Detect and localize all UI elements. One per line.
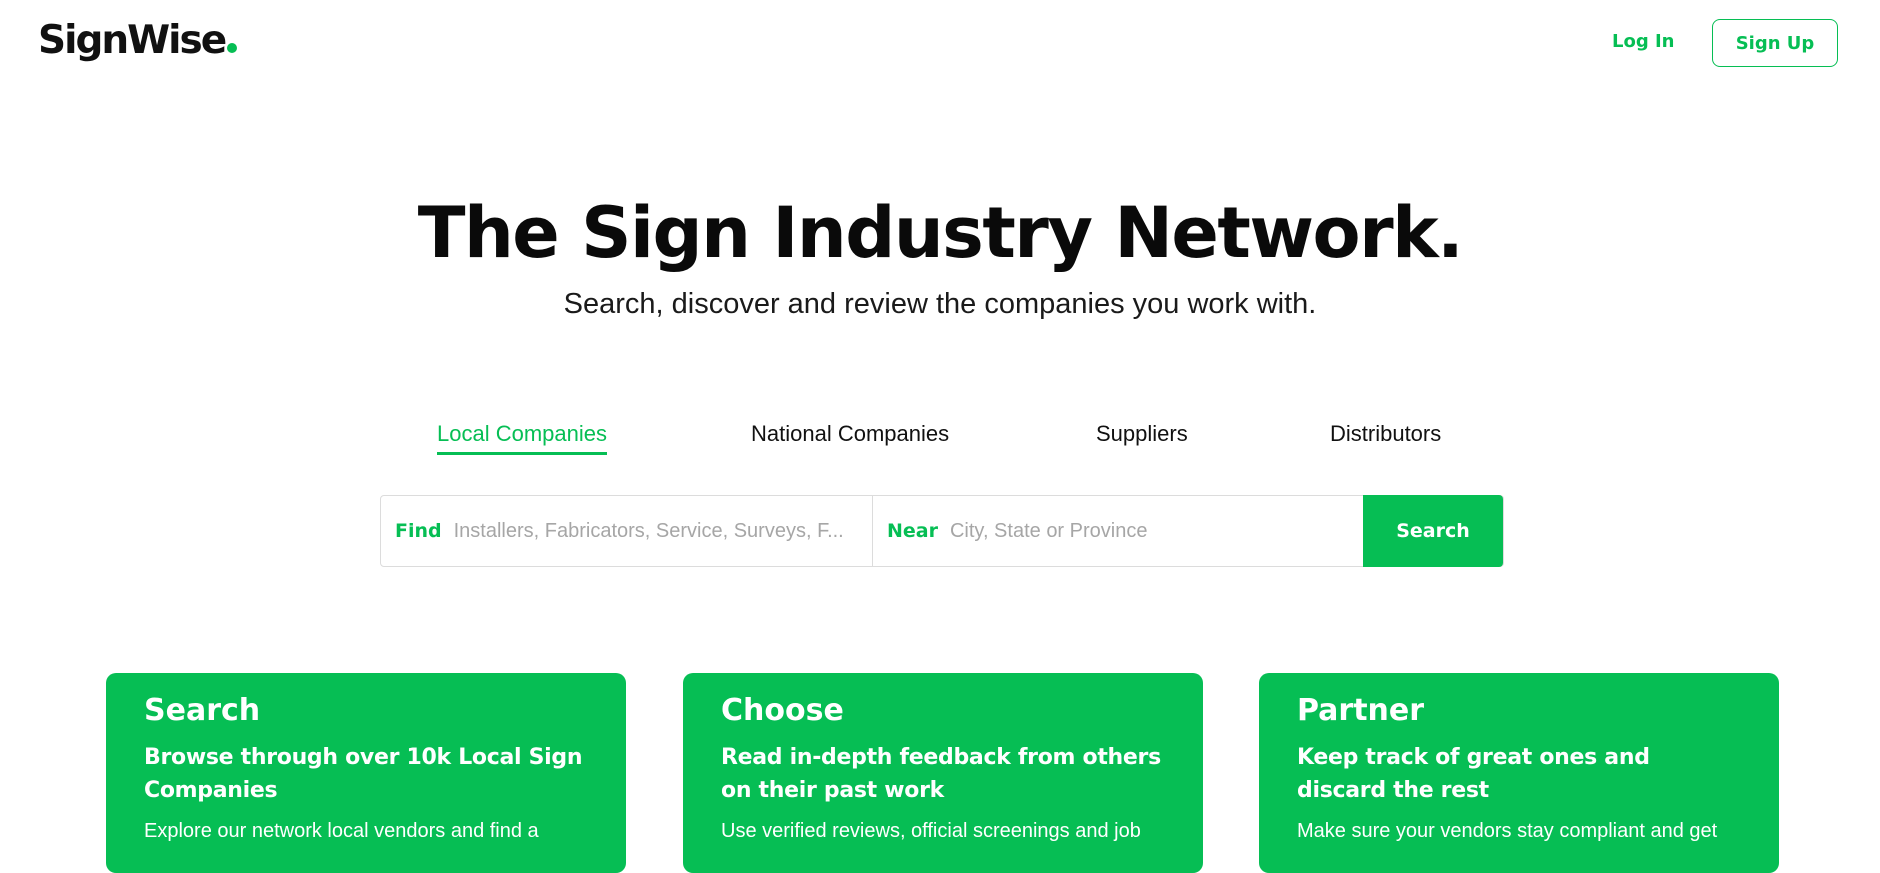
find-field: Find xyxy=(381,496,873,566)
card-body: Use verified reviews, official screening… xyxy=(721,820,1141,842)
tab-distributors[interactable]: Distributors xyxy=(1330,418,1441,450)
card-title: Partner xyxy=(1297,693,1425,728)
tab-national-companies[interactable]: National Companies xyxy=(751,418,949,450)
card-subtitle: Browse through over 10k Local Sign Compa… xyxy=(144,745,583,803)
card-title: Search xyxy=(144,693,261,728)
near-field: Near xyxy=(873,496,1363,566)
search-button[interactable]: Search xyxy=(1363,495,1503,567)
find-label: Find xyxy=(395,520,442,542)
feature-card-choose: Choose Read in-depth feedback from other… xyxy=(683,673,1203,873)
hero-subtitle: Search, discover and review the companie… xyxy=(563,288,1317,320)
feature-card-partner: Partner Keep track of great ones and dis… xyxy=(1259,673,1779,873)
search-bar: Find Near Search xyxy=(380,495,1504,567)
near-label: Near xyxy=(887,520,938,542)
hero-title: The Sign Industry Network. xyxy=(417,192,1464,274)
near-input[interactable] xyxy=(949,511,1363,551)
tab-suppliers[interactable]: Suppliers xyxy=(1096,418,1188,450)
logo-text: SignWise xyxy=(38,18,227,63)
find-input[interactable] xyxy=(453,511,872,551)
tab-local-companies[interactable]: Local Companies xyxy=(437,418,607,455)
card-title: Choose xyxy=(721,693,844,728)
card-subtitle: Keep track of great ones and discard the… xyxy=(1297,745,1650,803)
card-subtitle: Read in-depth feedback from others on th… xyxy=(721,745,1161,803)
card-body: Make sure your vendors stay compliant an… xyxy=(1297,820,1718,842)
feature-card-search: Search Browse through over 10k Local Sig… xyxy=(106,673,626,873)
login-link[interactable]: Log In xyxy=(1612,29,1675,55)
site-header: SignWise Log In Sign Up xyxy=(0,0,1880,90)
signwise-logo[interactable]: SignWise xyxy=(38,14,238,68)
company-type-tabs: Local Companies National Companies Suppl… xyxy=(0,418,1880,458)
logo-dot-icon xyxy=(227,43,238,53)
feature-cards: Search Browse through over 10k Local Sig… xyxy=(0,673,1880,873)
signup-button[interactable]: Sign Up xyxy=(1712,19,1838,67)
card-body: Explore our network local vendors and fi… xyxy=(144,820,539,842)
